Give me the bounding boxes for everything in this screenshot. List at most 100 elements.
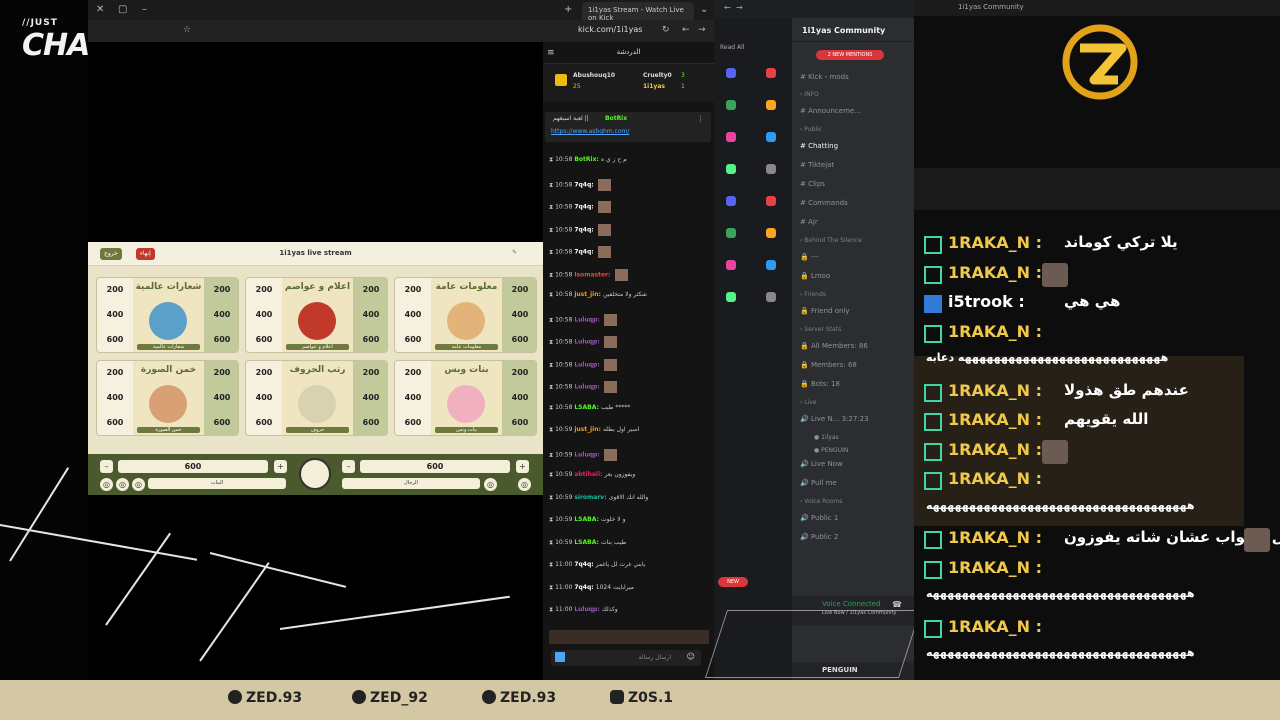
message-user[interactable]: LSABA: — [574, 404, 601, 411]
chat-input[interactable]: ارسال رسالة ☺ — [551, 650, 701, 666]
question-value[interactable]: 400 — [97, 310, 133, 319]
question-value[interactable]: 600 — [502, 418, 536, 427]
pinned-message[interactable]: BotRix لعبة اسبغهم || https://www.asbghm… — [545, 112, 711, 142]
server-icon[interactable] — [726, 228, 736, 238]
question-value[interactable]: 600 — [353, 418, 387, 427]
restore-icon[interactable]: ▢ — [118, 4, 127, 15]
social-handle[interactable]: Z0S.1 — [610, 690, 673, 710]
channel-item[interactable]: 🔊 Live Now — [800, 460, 843, 468]
back-icon[interactable]: ← — [724, 3, 731, 12]
right-plus-button[interactable]: + — [516, 460, 529, 473]
message-user[interactable]: Luluqp: — [574, 316, 602, 323]
category-card[interactable]: اعلام و عواصم اعلام و عواصم 200 400 600 200 40… — [245, 277, 388, 353]
message-user[interactable]: 7q4q: — [574, 249, 595, 256]
question-value[interactable]: 200 — [502, 368, 536, 377]
category-card[interactable]: بنات وبس بنات وبس 200 400 600 200 400 600 — [394, 360, 537, 436]
back-icon[interactable]: ← — [682, 25, 690, 35]
question-value[interactable]: 200 — [353, 368, 387, 377]
voice-user[interactable]: ● 1ilyas — [814, 434, 839, 441]
channel-item[interactable]: 🔒 Friend only — [800, 307, 850, 315]
question-value[interactable]: 200 — [204, 368, 238, 377]
message-user[interactable]: 7q4q: — [574, 584, 595, 591]
question-value[interactable]: 200 — [246, 285, 282, 294]
tab-kick-stream[interactable]: 1i1yas Stream - Watch Live on Kick — [582, 2, 694, 22]
channel-item[interactable]: 🔊 Public 2 — [800, 533, 838, 541]
message-user[interactable]: LSABA: — [574, 516, 601, 523]
server-icon[interactable] — [726, 68, 736, 78]
message-user[interactable]: Luluqp: — [574, 361, 602, 368]
forward-icon[interactable]: → — [698, 25, 706, 35]
server-icon[interactable] — [726, 100, 736, 110]
message-user[interactable]: LSABA: — [574, 539, 601, 546]
question-value[interactable]: 400 — [246, 393, 282, 402]
question-value[interactable]: 200 — [97, 285, 133, 294]
server-icon[interactable] — [766, 196, 776, 206]
question-value[interactable]: 400 — [353, 393, 387, 402]
question-value[interactable]: 200 — [204, 285, 238, 294]
new-badge[interactable]: NEW — [718, 577, 748, 587]
question-value[interactable]: 200 — [353, 285, 387, 294]
question-value[interactable]: 400 — [246, 310, 282, 319]
question-value[interactable]: 600 — [395, 418, 431, 427]
left-tool-icon[interactable]: ◎ — [100, 478, 113, 491]
question-value[interactable]: 600 — [97, 335, 133, 344]
left-plus-button[interactable]: + — [274, 460, 287, 473]
server-icon[interactable] — [726, 196, 736, 206]
server-icon[interactable] — [766, 100, 776, 110]
category-card[interactable]: رتب الحروف حروف 200 400 600 200 400 600 — [245, 360, 388, 436]
channel-item[interactable]: # Tiktejat — [800, 161, 834, 169]
server-icon[interactable] — [726, 132, 736, 142]
close-icon[interactable]: ✕ — [96, 4, 104, 15]
message-user[interactable]: BotRix: — [574, 156, 601, 163]
question-value[interactable]: 400 — [502, 393, 536, 402]
star-icon[interactable]: ☆ — [183, 25, 191, 35]
right-minus-button[interactable]: – — [342, 460, 355, 473]
channel-item[interactable]: # Announceme... — [800, 107, 861, 115]
question-value[interactable]: 200 — [395, 285, 431, 294]
add-tab-icon[interactable]: + — [564, 4, 572, 15]
message-user[interactable]: 7q4q: — [574, 226, 595, 233]
message-user[interactable]: Luluqp: — [574, 451, 602, 458]
question-value[interactable]: 400 — [97, 393, 133, 402]
channel-item[interactable]: 🔊 Live N... 3:27:23 — [800, 415, 869, 423]
read-all-button[interactable]: Read All — [720, 44, 744, 51]
question-value[interactable]: 600 — [395, 335, 431, 344]
server-icon[interactable] — [726, 292, 736, 302]
category-card[interactable]: خمن الصورة خمن الصورة 200 400 600 200 400 600 — [96, 360, 239, 436]
channel-item[interactable]: 🔒 All Members: 86 — [800, 342, 868, 350]
minimize-icon[interactable]: – — [142, 4, 147, 15]
channel-item[interactable]: # Kick・mods — [800, 72, 849, 82]
channel-item[interactable]: 🔒 Bots: 18 — [800, 380, 840, 388]
question-value[interactable]: 400 — [204, 310, 238, 319]
category-card[interactable]: شعارات عالمية شعارات عالمية 200 400 600 200 40… — [96, 277, 239, 353]
message-user[interactable]: 7q4q: — [574, 204, 595, 211]
question-value[interactable]: 600 — [353, 335, 387, 344]
message-user[interactable]: 7q4q: — [574, 561, 595, 568]
server-icon[interactable] — [766, 132, 776, 142]
question-value[interactable]: 400 — [204, 393, 238, 402]
server-icon[interactable] — [726, 260, 736, 270]
question-value[interactable]: 600 — [97, 418, 133, 427]
forward-icon[interactable]: → — [736, 3, 743, 12]
question-value[interactable]: 400 — [395, 393, 431, 402]
channel-item[interactable]: 🔒 Members: 68 — [800, 361, 857, 369]
server-icon[interactable] — [766, 292, 776, 302]
emote-icon[interactable] — [555, 652, 565, 662]
address-bar[interactable]: ☆ kick.com/1i1yas ↻ ← → — [88, 20, 714, 42]
message-user[interactable]: just_jin: — [574, 426, 603, 433]
question-value[interactable]: 600 — [246, 335, 282, 344]
right-tool-icon-2[interactable]: ◎ — [518, 478, 531, 491]
timer-dial[interactable] — [299, 458, 331, 490]
mentions-badge[interactable]: 2 NEW MENTIONS — [816, 50, 884, 60]
server-header[interactable]: 1i1yas Community — [792, 18, 914, 42]
server-icon[interactable] — [766, 260, 776, 270]
tab-menu-icon[interactable]: ⌄ — [700, 4, 708, 15]
social-handle[interactable]: ZED.93 — [482, 690, 556, 710]
server-icon[interactable] — [766, 68, 776, 78]
channel-item[interactable]: # Ajr — [800, 218, 818, 226]
message-user[interactable]: just_jin: — [574, 291, 603, 298]
emote-row[interactable] — [549, 630, 709, 644]
pinned-link[interactable]: https://www.asbghm.com/ — [551, 128, 629, 135]
question-value[interactable]: 200 — [97, 368, 133, 377]
channel-item[interactable]: # Commands — [800, 199, 848, 207]
